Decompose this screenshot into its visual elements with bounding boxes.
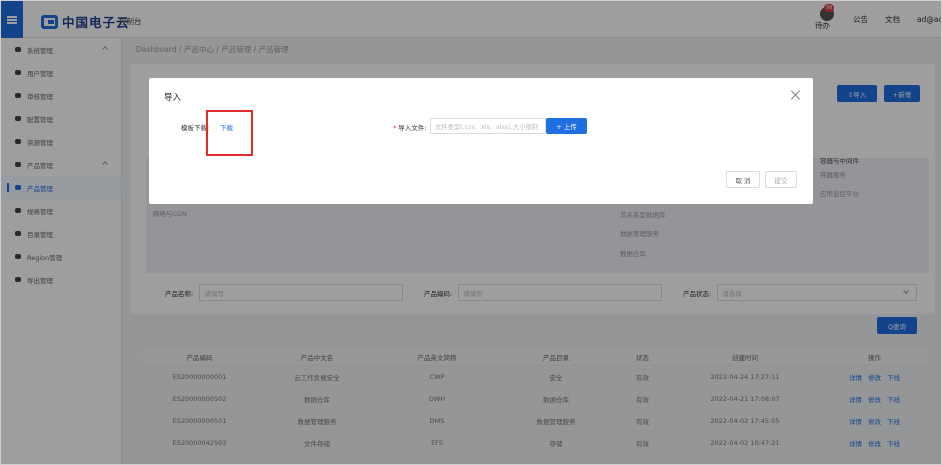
cancel-button[interactable]: 取 消 [726,171,760,188]
required-marker: * [393,124,397,132]
import-dialog: 导入 模板下载: 下载 * 导入文件: 文件类型(.csv, .xls, .xls… [149,78,813,204]
app-frame: 中国电子云 控制台 99 待办 公告 文档 ad@admin 系统管理 用户管理… [0,0,942,465]
modal-overlay[interactable] [1,1,941,464]
template-download-label: 模板下载: [181,124,210,132]
import-file-input[interactable]: 文件类型(.csv, .xls, .xlsx),大小限制 [430,118,546,134]
highlight-annotation [206,110,253,156]
submit-button[interactable]: 提交 [765,171,797,188]
import-file-label-text: 导入文件: [398,124,427,132]
close-icon[interactable] [791,90,801,100]
upload-button[interactable]: + 上传 [546,118,587,134]
import-file-label: * 导入文件: [393,122,426,132]
dialog-title: 导入 [164,93,182,103]
